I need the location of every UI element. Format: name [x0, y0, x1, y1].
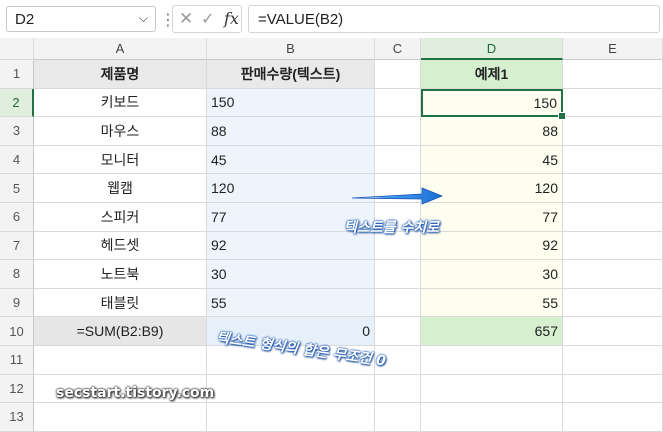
chevron-down-icon[interactable]: ⌵ — [139, 11, 148, 26]
cell-b8[interactable]: 30 — [207, 260, 375, 289]
watermark: secstart.tistory.com — [56, 385, 215, 401]
cell-b2[interactable]: 150 — [207, 88, 375, 118]
cell-a1[interactable]: 제품명 — [34, 60, 207, 89]
column-header-a[interactable]: A — [34, 38, 207, 60]
cell-c8[interactable] — [375, 260, 421, 289]
cell-e9[interactable] — [563, 288, 663, 318]
arrow-annotation — [351, 187, 444, 205]
cell-c10[interactable] — [375, 317, 421, 346]
formula-buttons: ✕ ✓ fx — [172, 5, 242, 33]
insert-function-button[interactable]: fx — [224, 9, 239, 28]
row-header-9[interactable]: 9 — [0, 288, 34, 318]
fill-handle[interactable] — [558, 112, 566, 121]
cell-a7[interactable]: 헤드셋 — [34, 231, 207, 261]
cell-a11[interactable] — [34, 346, 207, 375]
cell-e1[interactable] — [563, 60, 663, 89]
formula-bar: D2 ⌵ ⋮ ✕ ✓ fx =VALUE(B2) — [0, 0, 663, 38]
cell-a13[interactable] — [34, 403, 207, 432]
column-header-c[interactable]: C — [375, 38, 421, 60]
cell-d12[interactable] — [421, 374, 563, 404]
cell-c4[interactable] — [375, 145, 421, 175]
cell-a10[interactable]: =SUM(B2:B9) — [34, 317, 207, 346]
cell-a3[interactable]: 마우스 — [34, 117, 207, 146]
cell-e10[interactable] — [563, 317, 663, 346]
cell-d4[interactable]: 45 — [421, 145, 563, 175]
cell-a8[interactable]: 노트북 — [34, 260, 207, 289]
cell-e11[interactable] — [563, 346, 663, 375]
cell-c1[interactable] — [375, 60, 421, 89]
cell-c2[interactable] — [375, 88, 421, 118]
cell-c9[interactable] — [375, 288, 421, 318]
cell-e7[interactable] — [563, 231, 663, 261]
cell-b12[interactable] — [207, 374, 375, 404]
cell-e3[interactable] — [563, 117, 663, 146]
formula-input[interactable]: =VALUE(B2) — [248, 5, 660, 33]
close-icon[interactable]: ✕ — [179, 9, 193, 29]
cell-d7[interactable]: 92 — [421, 231, 563, 261]
cell-d10[interactable]: 657 — [421, 317, 563, 346]
cell-a2[interactable]: 키보드 — [34, 88, 207, 118]
cell-e4[interactable] — [563, 145, 663, 175]
cell-d13[interactable] — [421, 403, 563, 432]
cell-d2[interactable]: 150 — [421, 88, 563, 118]
row-header-11[interactable]: 11 — [0, 346, 34, 375]
formula-text: =VALUE(B2) — [258, 11, 344, 28]
cell-e8[interactable] — [563, 260, 663, 289]
cell-d9[interactable]: 55 — [421, 288, 563, 318]
cell-c12[interactable] — [375, 374, 421, 404]
row-header-6[interactable]: 6 — [0, 203, 34, 232]
select-all-corner[interactable] — [0, 38, 34, 60]
row-header-12[interactable]: 12 — [0, 374, 34, 404]
arrow-note: 텍스트를 수치로 — [344, 220, 440, 236]
column-header-b[interactable]: B — [207, 38, 375, 60]
column-header-d[interactable]: D — [421, 38, 563, 60]
row-header-13[interactable]: 13 — [0, 403, 34, 432]
right-arrow-icon — [351, 187, 444, 205]
row-header-7[interactable]: 7 — [0, 231, 34, 261]
cell-a6[interactable]: 스피커 — [34, 203, 207, 232]
cell-e5[interactable] — [563, 174, 663, 203]
cell-d8[interactable]: 30 — [421, 260, 563, 289]
row-header-1[interactable]: 1 — [0, 60, 34, 89]
row-header-5[interactable]: 5 — [0, 174, 34, 203]
cell-e6[interactable] — [563, 203, 663, 232]
cell-b1[interactable]: 판매수량(텍스트) — [207, 60, 375, 89]
cell-e13[interactable] — [563, 403, 663, 432]
cell-a4[interactable]: 모니터 — [34, 145, 207, 175]
cell-d1[interactable]: 예제1 — [421, 60, 563, 89]
cell-b13[interactable] — [207, 403, 375, 432]
row-header-3[interactable]: 3 — [0, 117, 34, 146]
cell-e2[interactable] — [563, 88, 663, 118]
column-header-e[interactable]: E — [563, 38, 663, 60]
cell-b4[interactable]: 45 — [207, 145, 375, 175]
cell-d11[interactable] — [421, 346, 563, 375]
row-header-4[interactable]: 4 — [0, 145, 34, 175]
cell-e12[interactable] — [563, 374, 663, 404]
row-header-10[interactable]: 10 — [0, 317, 34, 346]
name-box-value: D2 — [15, 11, 35, 28]
name-box[interactable]: D2 ⌵ — [6, 6, 156, 32]
row-header-8[interactable]: 8 — [0, 260, 34, 289]
cell-b9[interactable]: 55 — [207, 288, 375, 318]
row-header-2[interactable]: 2 — [0, 88, 34, 118]
cell-a9[interactable]: 태블릿 — [34, 288, 207, 318]
cell-d3[interactable]: 88 — [421, 117, 563, 146]
cell-a5[interactable]: 웹캠 — [34, 174, 207, 203]
check-icon[interactable]: ✓ — [201, 9, 214, 28]
cell-b3[interactable]: 88 — [207, 117, 375, 146]
cell-c13[interactable] — [375, 403, 421, 432]
cell-c3[interactable] — [375, 117, 421, 146]
